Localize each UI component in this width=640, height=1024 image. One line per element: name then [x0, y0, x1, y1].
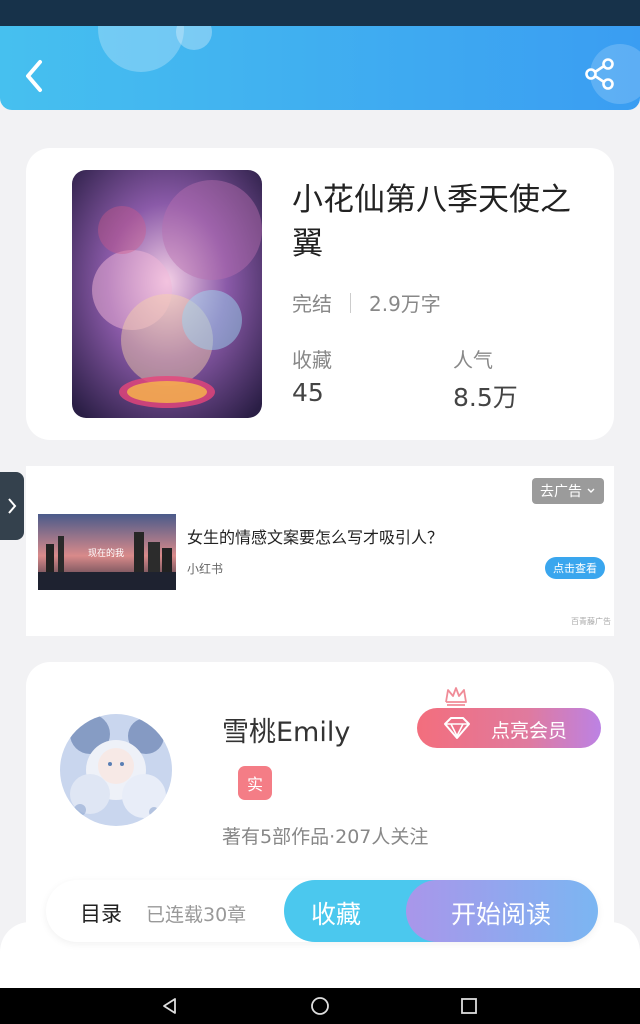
verified-badge: 实	[238, 766, 272, 800]
remove-ad-label: 去广告	[540, 484, 582, 500]
chevron-down-icon	[587, 488, 595, 493]
ad-brand-label: 百青藤广告	[571, 617, 611, 626]
back-button[interactable]	[18, 56, 52, 96]
circle-home-icon	[311, 997, 329, 1015]
book-meta: 完结 2.9万字	[292, 288, 441, 317]
ad-source: 小红书	[187, 562, 224, 576]
start-reading-label: 开始阅读	[451, 900, 552, 929]
crown-icon	[445, 687, 467, 706]
nav-home-button[interactable]	[310, 996, 330, 1016]
nav-back-button[interactable]	[160, 996, 180, 1016]
nav-recent-button[interactable]	[459, 996, 479, 1016]
bottom-action-bar: 目录 已连载30章 收藏 开始阅读	[46, 880, 598, 942]
popularity-value: 8.5万	[453, 383, 518, 412]
share-icon	[585, 58, 614, 90]
square-recent-icon	[461, 998, 477, 1014]
ad-image[interactable]: 现在的我	[38, 514, 176, 590]
chevron-left-icon	[26, 60, 42, 92]
ad-image-caption: 现在的我	[88, 547, 124, 559]
ad-card[interactable]: 去广告 现在的我 女生的情感文案要怎么写才吸引人？ 小红书 点击查看 百青藤广告	[26, 466, 614, 636]
favorites-label: 收藏	[292, 348, 332, 372]
diamond-icon	[444, 717, 470, 739]
author-avatar[interactable]	[60, 714, 172, 826]
toc-button[interactable]: 目录	[80, 898, 122, 928]
book-status: 完结	[292, 292, 332, 316]
header-bar	[0, 26, 640, 110]
vip-membership-button[interactable]: 点亮会员	[417, 708, 601, 748]
remove-ad-button[interactable]: 去广告	[532, 478, 604, 504]
ad-headline[interactable]: 女生的情感文案要怎么写才吸引人？	[187, 524, 443, 548]
share-button[interactable]	[582, 56, 618, 92]
word-count: 2.9万字	[369, 292, 441, 316]
triangle-back-icon	[163, 998, 176, 1014]
meta-divider	[350, 292, 351, 313]
chevron-right-icon	[8, 498, 17, 514]
author-name[interactable]: 雪桃Emily	[222, 710, 350, 749]
book-title: 小花仙第八季天使之翼	[292, 182, 571, 262]
chapters-count: 已连载30章	[146, 904, 247, 926]
author-stats: 著有5部作品·207人关注	[222, 826, 429, 848]
favorites-value: 45	[292, 378, 324, 407]
system-nav-bar	[0, 988, 640, 1024]
vip-button-label: 点亮会员	[491, 720, 568, 742]
popularity-label: 人气	[453, 348, 493, 372]
start-reading-button[interactable]: 开始阅读	[406, 880, 598, 942]
collect-button-label: 收藏	[311, 900, 362, 929]
book-info-card: 小花仙第八季天使之翼 完结 2.9万字 收藏 45 人气 8.5万	[26, 148, 614, 440]
side-expand-tab[interactable]	[0, 472, 24, 540]
book-cover-image[interactable]	[72, 170, 262, 418]
status-bar	[0, 0, 640, 26]
ad-view-button[interactable]: 点击查看	[545, 557, 605, 579]
decorative-bubble	[98, 26, 184, 72]
decorative-bubble	[176, 26, 212, 50]
